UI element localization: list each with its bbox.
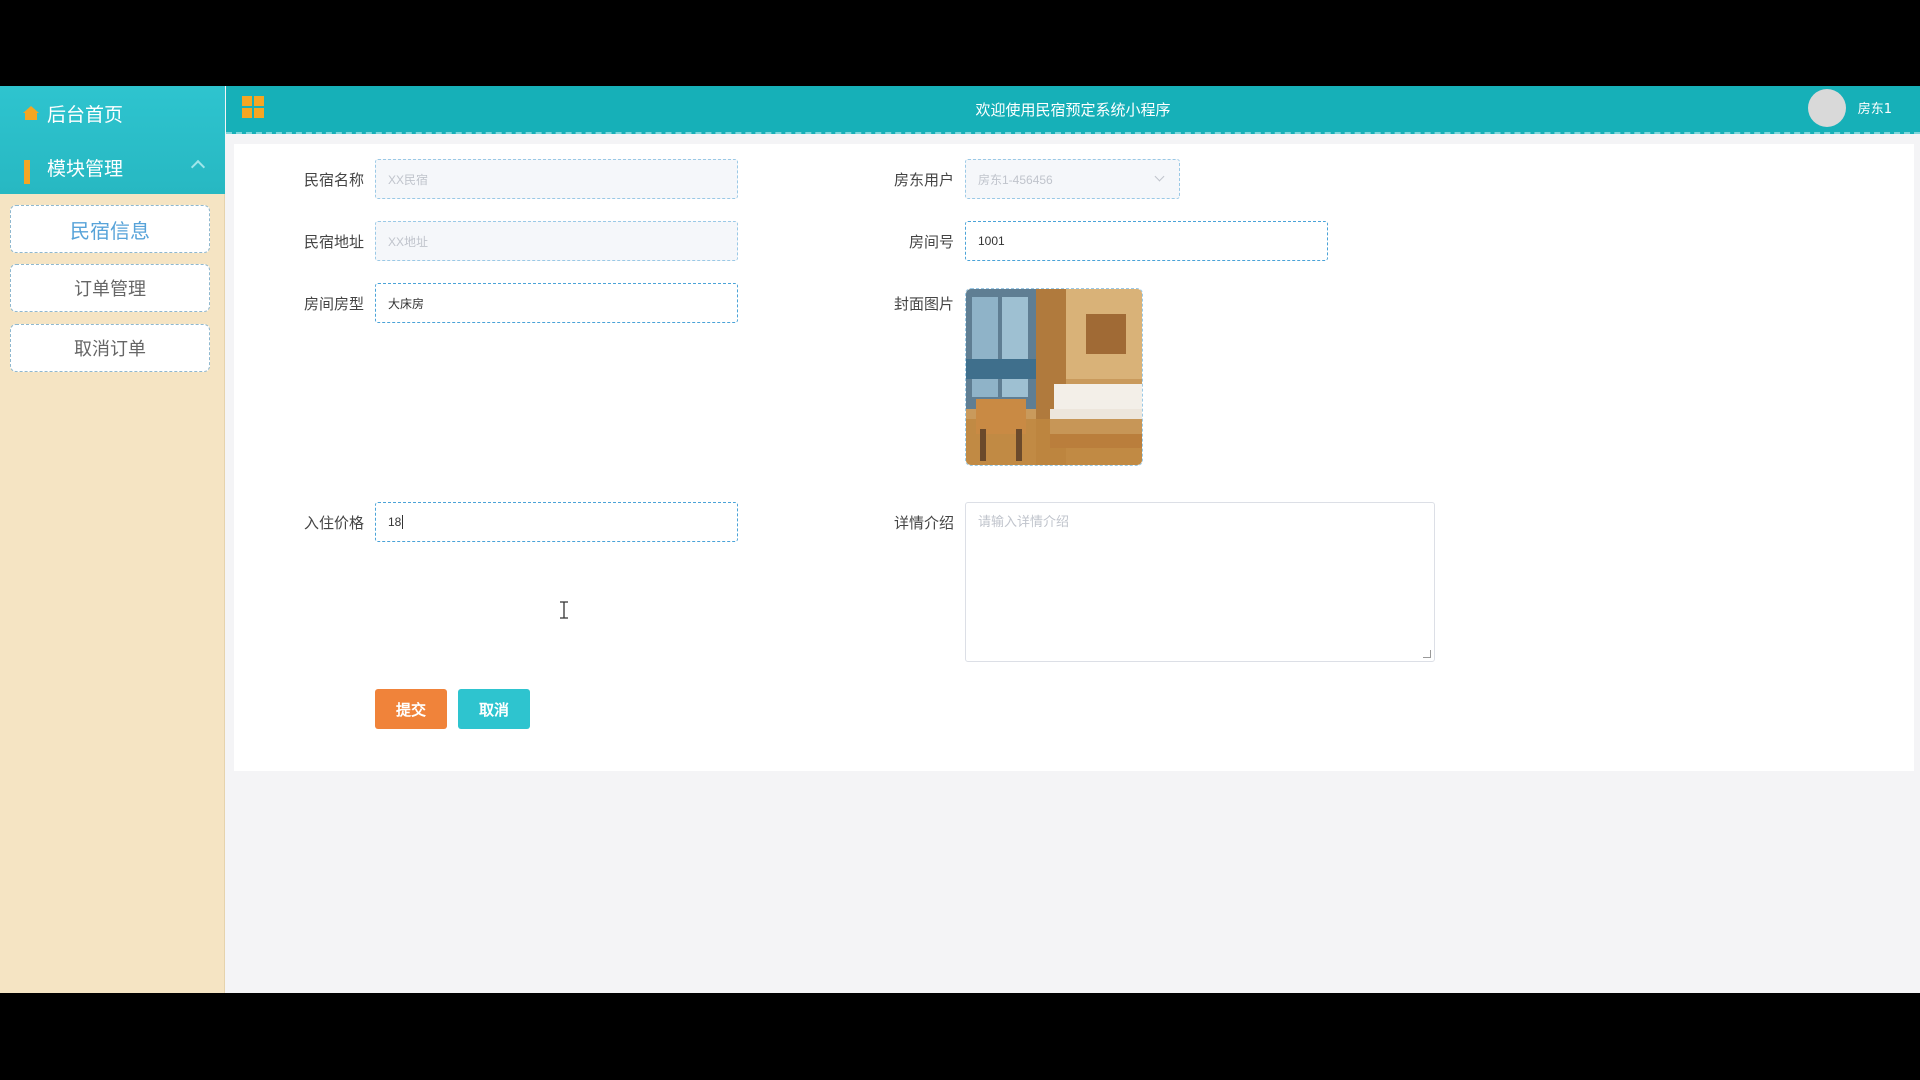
submit-button[interactable]: 提交 [375,689,447,729]
home-icon [23,106,39,120]
cancel-button[interactable]: 取消 [458,689,530,729]
room-type-label: 房间房型 [303,295,364,313]
room-number-label: 房间号 [908,233,954,251]
module-icon [24,160,38,184]
homestay-address-input[interactable]: XX地址 [375,221,738,261]
price-input[interactable]: 18 [375,502,738,542]
text-cursor-icon [560,601,568,619]
sidebar-item-label: 订单管理 [74,279,146,300]
sidebar-home-label: 后台首页 [47,103,124,126]
avatar[interactable] [1808,89,1846,127]
resize-handle-icon[interactable] [1423,650,1431,658]
sidebar: 后台首页 模块管理 民宿信息 订单管理 取消订单 [0,86,225,993]
sidebar-header: 后台首页 模块管理 [0,86,225,194]
address-label: 民宿地址 [303,233,364,251]
owner-select[interactable]: 房东1-456456 [965,159,1180,199]
sidebar-item-label: 取消订单 [74,339,146,360]
room-number-input[interactable]: 1001 [965,221,1328,261]
room-type-input[interactable]: 大床房 [375,283,738,323]
sidebar-item-home[interactable]: 后台首页 [0,86,225,140]
owner-select-value: 房东1-456456 [978,172,1053,187]
chevron-up-icon[interactable] [190,159,206,175]
chevron-down-icon [1154,171,1165,182]
cover-image [966,289,1142,465]
sidebar-item-cancel-orders[interactable]: 取消订单 [10,324,210,372]
app-screen: 后台首页 模块管理 民宿信息 订单管理 取消订单 欢迎使用民宿预定系统小程序 房… [0,86,1920,993]
homestay-name-input[interactable]: XX民宿 [375,159,738,199]
edit-form-panel: 民宿名称 XX民宿 民宿地址 XX地址 房间房型 大床房 入住价格 18 房东用… [234,144,1914,771]
sidebar-item-orders[interactable]: 订单管理 [10,264,210,312]
detail-textarea[interactable]: 请输入详情介绍 [965,502,1435,662]
price-label: 入住价格 [303,514,364,532]
cover-label: 封面图片 [893,295,954,313]
cover-image-upload[interactable] [965,288,1143,466]
sidebar-item-homestay-info[interactable]: 民宿信息 [10,205,210,253]
price-value: 18 [388,515,402,529]
name-label: 民宿名称 [303,171,364,189]
sidebar-modules-label: 模块管理 [47,157,124,180]
sidebar-item-label: 民宿信息 [70,218,150,243]
detail-label: 详情介绍 [893,514,954,532]
page-title: 欢迎使用民宿预定系统小程序 [975,101,1171,119]
sidebar-item-modules[interactable]: 模块管理 [0,140,225,194]
owner-label: 房东用户 [893,171,954,189]
detail-placeholder: 请输入详情介绍 [978,515,1070,530]
top-bar: 欢迎使用民宿预定系统小程序 房东1 [226,86,1920,134]
user-name[interactable]: 房东1 [1858,86,1892,134]
